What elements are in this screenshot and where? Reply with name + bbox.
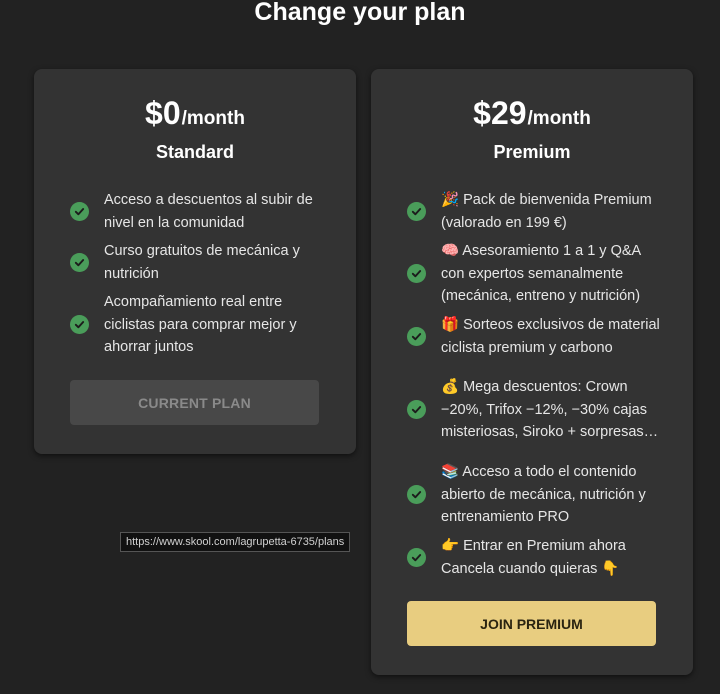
feature-text: 👉 Entrar en Premium ahora Cancela cuando… [441, 538, 626, 577]
price-amount: $29 [473, 95, 527, 131]
plan-name: Standard [155, 142, 234, 162]
plan-card-standard: $0/month Standard Acceso a descuentos al… [34, 69, 356, 454]
feature-text: 🧠 Asesoramiento 1 a 1 y Q&A con expertos… [441, 243, 641, 304]
feature-item: 🎉 Pack de bienvenida Premium (valorado e… [407, 189, 667, 234]
check-circle-icon [407, 327, 426, 346]
feature-item: 🧠 Asesoramiento 1 a 1 y Q&A con expertos… [407, 240, 667, 308]
link-url-tooltip: https://www.skool.com/lagrupetta-6735/pl… [120, 532, 351, 552]
check-circle-icon [407, 202, 426, 221]
feature-text: Acceso a descuentos al subir de nivel en… [104, 192, 313, 231]
feature-text: Curso gratuitos de mecánica y nutrición [104, 243, 300, 282]
feature-text: 🎁 Sorteos exclusivos de material ciclist… [441, 317, 660, 356]
current-plan-button[interactable]: CURRENT PLAN [70, 380, 319, 425]
page-title: Change your plan [254, 0, 466, 26]
check-circle-icon [407, 400, 426, 420]
feature-item: Acceso a descuentos al subir de nivel en… [70, 189, 330, 234]
feature-text: 📚 Acceso a todo el contenido abierto de … [441, 464, 646, 525]
feature-text: Acompañamiento real entre ciclistas para… [104, 294, 297, 355]
price-period: /month [527, 108, 591, 129]
feature-text: 🎉 Pack de bienvenida Premium (valorado e… [441, 192, 652, 231]
feature-item: Acompañamiento real entre ciclistas para… [70, 291, 330, 359]
check-circle-icon [407, 264, 426, 284]
check-circle-icon [407, 485, 426, 505]
check-circle-icon [70, 253, 89, 272]
plan-name: Premium [493, 142, 571, 162]
check-circle-icon [70, 315, 89, 335]
feature-item: Curso gratuitos de mecánica y nutrición [70, 240, 330, 285]
plan-price: $0/month [34, 95, 356, 132]
plan-price: $29/month [371, 95, 693, 132]
check-circle-icon [70, 202, 89, 221]
price-amount: $0 [145, 95, 181, 131]
plan-card-premium: $29/month Premium 🎉 Pack de bienvenida P… [371, 69, 693, 675]
feature-item: 📚 Acceso a todo el contenido abierto de … [407, 461, 667, 529]
feature-item: 💰 Mega descuentos: Crown −20%, Trifox −1… [407, 376, 667, 444]
join-premium-button[interactable]: JOIN PREMIUM [407, 601, 656, 646]
check-circle-icon [407, 548, 426, 567]
price-period: /month [181, 108, 245, 129]
feature-text: 💰 Mega descuentos: Crown −20%, Trifox −1… [441, 379, 659, 440]
feature-item: 👉 Entrar en Premium ahora Cancela cuando… [407, 535, 667, 580]
feature-item: 🎁 Sorteos exclusivos de material ciclist… [407, 314, 667, 359]
